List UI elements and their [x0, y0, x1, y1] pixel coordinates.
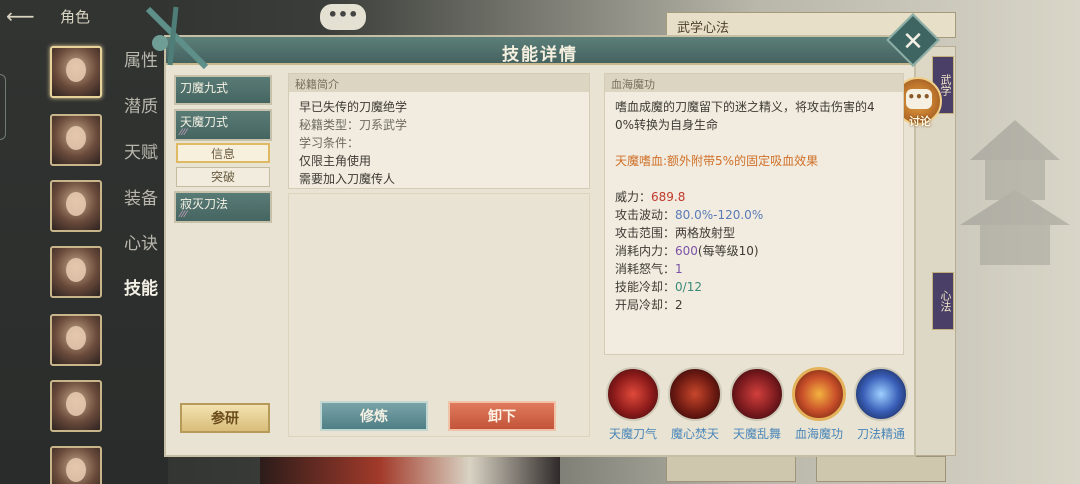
back-title: 角色: [60, 8, 91, 26]
avatar-3[interactable]: [50, 180, 102, 232]
skill-icon-5[interactable]: [854, 367, 908, 421]
manual-line-4: 仅限主角使用: [299, 154, 372, 168]
subtab-breakthrough[interactable]: 突破: [176, 167, 270, 187]
subtab-info[interactable]: 信息: [176, 143, 270, 163]
bg-button-left: [666, 456, 796, 482]
bg-button-right: [816, 456, 946, 482]
avatar-1[interactable]: [50, 46, 102, 98]
stat-rage-cost: 消耗怒气：1: [615, 262, 683, 276]
sword-ornament-icon: [145, 6, 209, 70]
skill-marks: ⁄⁄⁄: [180, 128, 188, 138]
skill-marks: ⁄⁄⁄: [180, 210, 188, 220]
stat-power: 威力：689.8: [615, 190, 686, 204]
avatar-4[interactable]: [50, 246, 102, 298]
detail-panel: 血海魔功 嗜血成魔的刀魔留下的迷之精义，将攻击伤害的4 0%转换为自身生命 天魔…: [604, 73, 904, 355]
skill-name-2: 魔心焚天: [670, 427, 719, 441]
tab-mind[interactable]: 心诀: [124, 229, 158, 254]
skill-item-1[interactable]: 刀魔九式: [174, 75, 272, 105]
tab-talent[interactable]: 天赋: [124, 138, 158, 163]
pavilion-illustration: [960, 120, 1070, 265]
stat-mp-cost: 消耗内力：600(每等级10): [615, 244, 759, 258]
manual-head: 秘籍简介: [289, 74, 589, 92]
avatar-2[interactable]: [50, 114, 102, 166]
skill-name-3: 天魔乱舞: [732, 427, 781, 441]
tab-skills[interactable]: 技能: [124, 274, 158, 299]
skill-icon-2[interactable]: [668, 367, 722, 421]
stat-range: 攻击范围：两格放射型: [615, 226, 736, 240]
character-art: [260, 456, 560, 484]
research-button[interactable]: 参研: [180, 403, 270, 433]
skill-item-label: 刀魔九式: [180, 81, 229, 95]
dialog-title: 技能详情: [502, 45, 578, 65]
manual-line-2: 秘籍类型：刀系武学: [299, 118, 408, 132]
skill-icon-3[interactable]: [730, 367, 784, 421]
chat-icon[interactable]: •••: [320, 4, 366, 30]
chat-bubble-icon: •••: [906, 89, 932, 109]
skill-item-label: 寂灭刀法: [180, 197, 229, 211]
back-arrow-icon[interactable]: ⟵: [6, 4, 50, 28]
skill-icon-1[interactable]: [606, 367, 660, 421]
detail-head: 血海魔功: [605, 74, 903, 92]
skill-name-4: 血海魔功: [794, 427, 843, 441]
manual-line-1: 早已失传的刀魔绝学: [299, 100, 408, 114]
avatar-5[interactable]: [50, 314, 102, 366]
avatar-7[interactable]: [50, 446, 102, 484]
stat-start-cooldown: 开局冷却：2: [615, 298, 683, 312]
unequip-button[interactable]: 卸下: [448, 401, 556, 431]
detail-desc-2: 0%转换为自身生命: [615, 118, 719, 132]
skill-name-1: 天魔刀气: [608, 427, 657, 441]
tab-potential[interactable]: 潜质: [124, 92, 158, 117]
skill-item-label: 天魔刀式: [180, 115, 229, 129]
stat-fluctuation: 攻击波动：80.0%-120.0%: [615, 208, 764, 222]
stat-cooldown: 技能冷却：0/12: [615, 280, 702, 294]
detail-effect: 天魔嗜血:额外附带5%的固定吸血效果: [615, 154, 819, 168]
manual-line-5: 需要加入刀魔传人: [299, 172, 396, 186]
detail-desc-1: 嗜血成魔的刀魔留下的迷之精义，将攻击伤害的4: [615, 100, 875, 114]
avatar-6[interactable]: [50, 380, 102, 432]
skill-item-3[interactable]: 寂灭刀法 ⁄⁄⁄: [174, 191, 272, 223]
skill-icon-4[interactable]: [792, 367, 846, 421]
rail-marker: [0, 74, 6, 140]
manual-panel: 秘籍简介 早已失传的刀魔绝学 秘籍类型：刀系武学 学习条件： 仅限主角使用 需要…: [288, 73, 590, 189]
dialog-header: 技能详情: [166, 37, 914, 65]
skill-item-2[interactable]: 天魔刀式 ⁄⁄⁄: [174, 109, 272, 141]
manual-line-3: 学习条件：: [299, 136, 360, 150]
tab-equipment[interactable]: 装备: [124, 184, 158, 209]
tag-mind[interactable]: 心法: [932, 272, 954, 330]
skill-detail-dialog: 技能详情 ✕ ••• 讨论 刀魔九式 天魔刀式 ⁄⁄⁄ 信息 突破 寂灭刀法 ⁄…: [145, 6, 942, 457]
skill-name-5: 刀法精通: [856, 427, 905, 441]
train-button[interactable]: 修炼: [320, 401, 428, 431]
close-icon: ✕: [902, 26, 924, 57]
